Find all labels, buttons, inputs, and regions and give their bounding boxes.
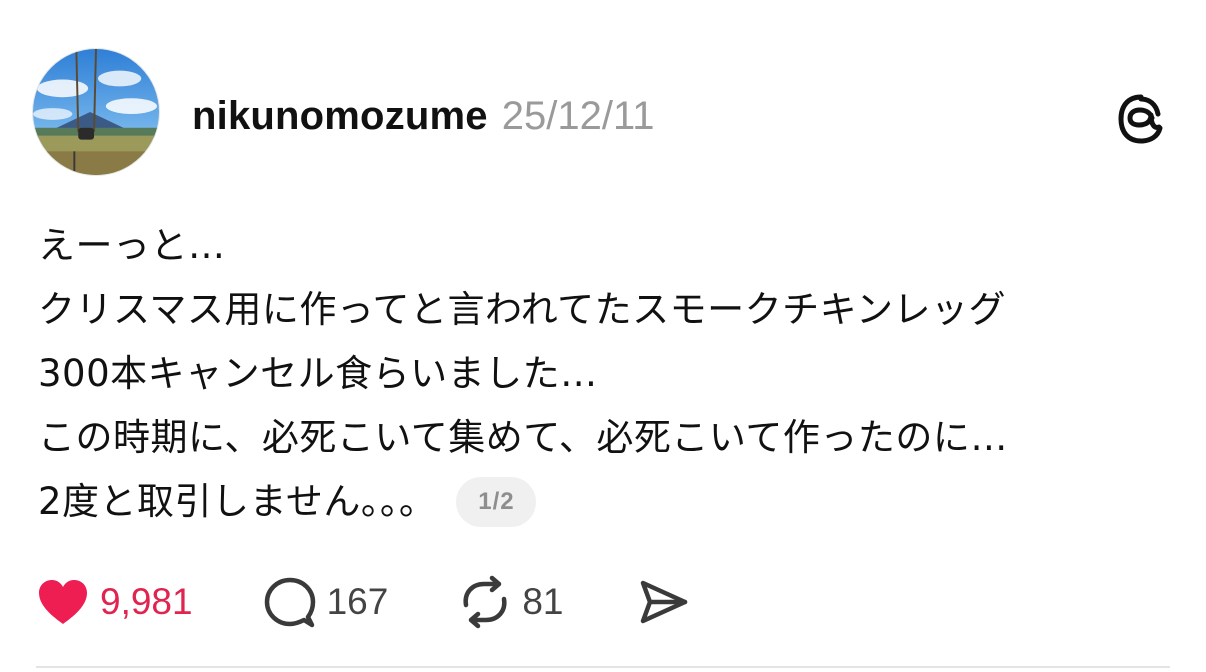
share-button[interactable]: [637, 575, 691, 629]
like-count: 9,981: [100, 581, 193, 622]
heart-icon: [39, 580, 87, 624]
like-button[interactable]: 9,981: [36, 577, 193, 627]
repost-icon: [463, 575, 507, 629]
avatar-photo: [33, 49, 159, 175]
post-body: えーっと… クリスマス用に作ってと言われてたスモークチキンレッグ 300本キャン…: [38, 214, 1178, 534]
username[interactable]: nikunomozume: [192, 94, 488, 139]
post-timestamp: 25/12/11: [501, 93, 655, 138]
post-divider: [36, 666, 1170, 668]
post-text-line: 2度と取引しません。。。: [38, 480, 437, 523]
threads-logo-icon[interactable]: [1114, 92, 1168, 146]
post-text-line: 300本キャンセル食らいました…: [38, 352, 598, 395]
threads-post: nikunomozume 25/12/11 えーっと… クリスマス用に作ってと言…: [0, 0, 1206, 672]
reply-button[interactable]: 167: [263, 575, 389, 629]
comment-icon: [264, 577, 315, 628]
send-icon: [641, 580, 688, 624]
repost-button[interactable]: 81: [458, 575, 563, 629]
reply-count: 167: [326, 581, 389, 622]
post-text-line: えーっと…: [38, 224, 226, 267]
post-text-line: クリスマス用に作ってと言われてたスモークチキンレッグ: [38, 288, 1006, 331]
action-bar: 9,981 167 81: [36, 570, 691, 634]
post-header: nikunomozume 25/12/11: [192, 88, 654, 144]
avatar[interactable]: [32, 48, 160, 176]
page-indicator-badge[interactable]: 1/2: [456, 477, 537, 527]
post-text-line: この時期に、必死こいて集めて、必死こいて作ったのに…: [38, 416, 1008, 459]
repost-count: 81: [522, 581, 564, 622]
post-text-last-line: 2度と取引しません。。。 1/2: [38, 470, 1178, 534]
